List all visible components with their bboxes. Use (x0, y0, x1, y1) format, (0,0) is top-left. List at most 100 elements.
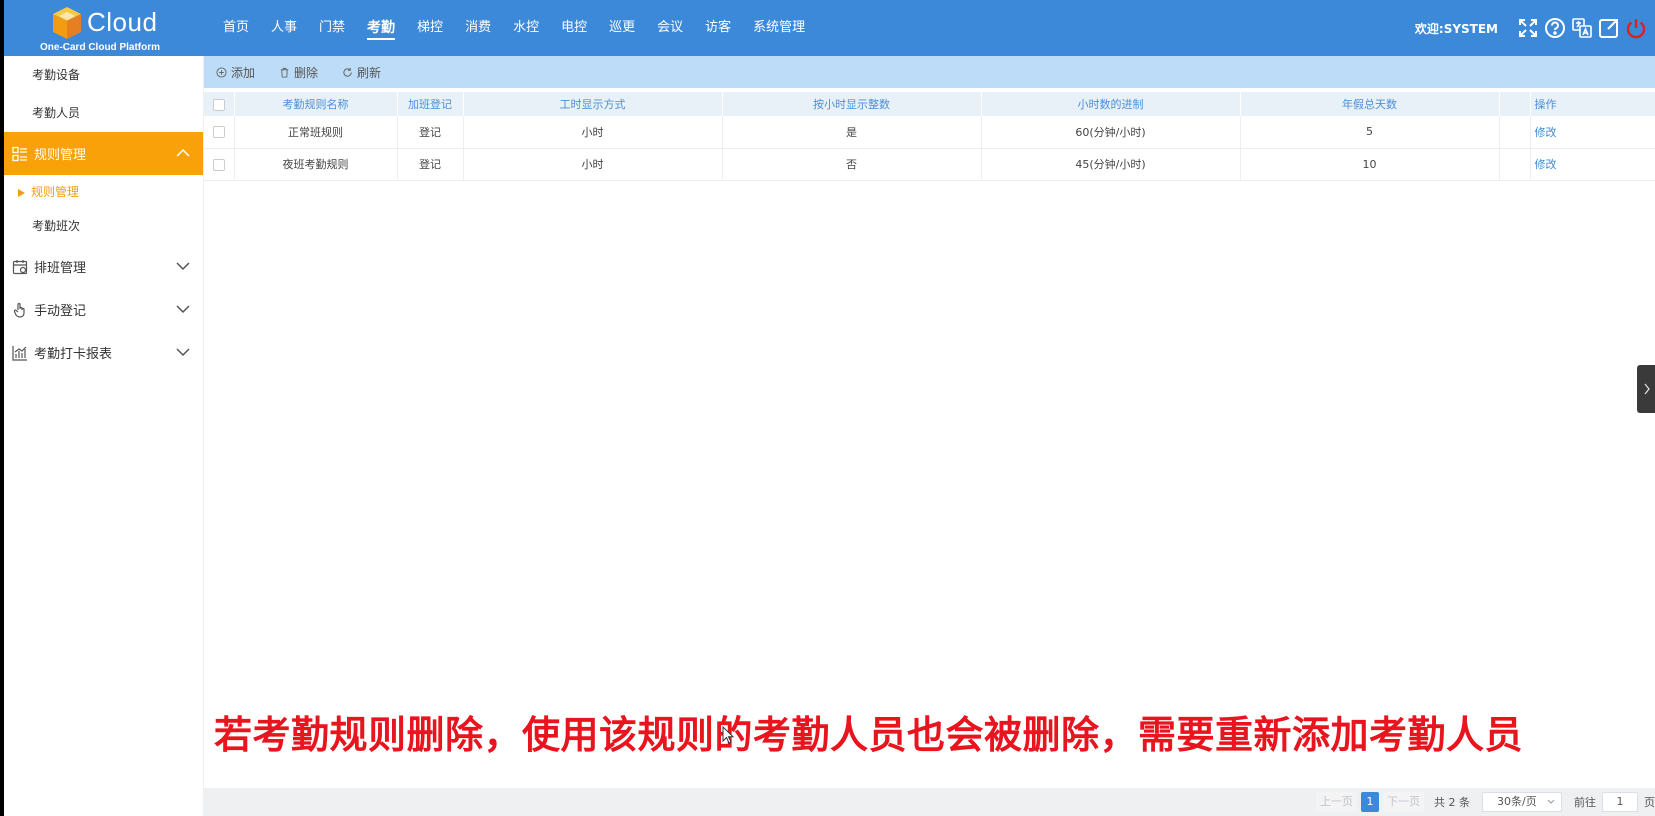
sidebar: 考勤设备 考勤人员 规则管理 规则管理 考勤班次 排班管理 手动登记 考勤打卡报… (4, 56, 204, 816)
main-content: 添加 删除 刷新 考勤规则名称 加班登记 工时显示方式 按小时显示整数 小时数的… (204, 56, 1655, 816)
power-icon[interactable] (1625, 17, 1647, 39)
sidebar-group-label: 手动登记 (34, 304, 87, 319)
sidebar-group-manual-registration[interactable]: 手动登记 (4, 288, 203, 331)
annual-leave-cell: 10 (1240, 148, 1500, 181)
goto-label: 前往 (1574, 796, 1596, 809)
mouse-cursor-icon (722, 726, 734, 744)
sidebar-group-label: 考勤打卡报表 (34, 347, 113, 362)
integer-cell: 否 (722, 148, 982, 181)
top-right-tools: 欢迎:SYSTEM (1415, 0, 1647, 56)
chart-icon (12, 345, 28, 361)
trash-icon (280, 67, 289, 78)
integer-cell: 是 (722, 116, 982, 149)
column-header[interactable]: 年假总天数 (1240, 92, 1500, 116)
add-label: 添加 (231, 65, 256, 80)
page-size-select[interactable]: 30条/页 (1482, 792, 1562, 812)
sidebar-item-attendance-staff[interactable]: 考勤人员 (4, 94, 203, 132)
spacer-cell (1499, 148, 1531, 181)
overtime-cell: 登记 (397, 116, 464, 149)
brand-subtitle: One-Card Cloud Platform (40, 42, 161, 53)
page-unit-label: 页 (1644, 796, 1655, 809)
refresh-icon (343, 67, 352, 77)
chevron-down-icon (176, 348, 190, 357)
rule-name-cell: 正常班规则 (234, 116, 398, 149)
sidebar-group-label: 规则管理 (34, 148, 87, 163)
nav-access[interactable]: 门禁 (308, 0, 356, 56)
row-checkbox[interactable] (204, 116, 235, 149)
table-header-row: 考勤规则名称 加班登记 工时显示方式 按小时显示整数 小时数的进制 年假总天数 … (204, 92, 1655, 116)
sidebar-item-attendance-shifts[interactable]: 考勤班次 (4, 209, 203, 243)
chevron-down-icon (176, 305, 190, 314)
sidebar-item-rule-management[interactable]: 规则管理 (4, 175, 203, 209)
nav-electric[interactable]: 电控 (550, 0, 598, 56)
page-size-value: 30条/页 (1497, 795, 1537, 808)
sidebar-item-attendance-devices[interactable]: 考勤设备 (4, 56, 203, 94)
rules-table: 考勤规则名称 加班登记 工时显示方式 按小时显示整数 小时数的进制 年假总天数 … (204, 92, 1655, 181)
delete-button[interactable]: 删除 (279, 64, 318, 81)
spacer-cell (1499, 116, 1531, 149)
nav-patrol[interactable]: 巡更 (598, 0, 646, 56)
add-button[interactable]: 添加 (216, 64, 255, 81)
nav-elevator[interactable]: 梯控 (406, 0, 454, 56)
translate-icon[interactable] (1571, 17, 1593, 39)
add-circle-icon (216, 66, 227, 78)
nav-consumption[interactable]: 消费 (454, 0, 502, 56)
edit-link[interactable]: 修改 (1535, 126, 1557, 139)
chevron-down-icon (1547, 799, 1555, 804)
nav-home[interactable]: 首页 (212, 0, 260, 56)
rules-icon (12, 146, 28, 162)
sidebar-group-scheduling[interactable]: 排班管理 (4, 245, 203, 288)
external-link-icon[interactable] (1598, 17, 1620, 39)
total-count: 共 2 条 (1434, 796, 1470, 809)
next-page-button[interactable]: 下一页 (1383, 792, 1424, 812)
table-row: 正常班规则 登记 小时 是 60(分钟/小时) 5 修改 (204, 116, 1655, 149)
toolbar: 添加 删除 刷新 (204, 56, 1655, 88)
refresh-label: 刷新 (357, 65, 382, 80)
sidebar-group-attendance-report[interactable]: 考勤打卡报表 (4, 331, 203, 374)
display-mode-cell: 小时 (463, 148, 723, 181)
nav-visitor[interactable]: 访客 (694, 0, 742, 56)
current-page-button[interactable]: 1 (1361, 792, 1379, 812)
chevron-down-icon (176, 262, 190, 271)
hand-icon (12, 302, 28, 318)
pagination: 上一页 1 下一页 共 2 条 30条/页 前往 1 页 (204, 788, 1655, 816)
rule-name-cell: 夜班考勤规则 (234, 148, 398, 181)
main-nav: 首页 人事 门禁 考勤 梯控 消费 水控 电控 巡更 会议 访客 系统管理 (212, 0, 816, 56)
nav-water[interactable]: 水控 (502, 0, 550, 56)
column-spacer (1499, 92, 1531, 116)
nav-meeting[interactable]: 会议 (646, 0, 694, 56)
column-header[interactable]: 加班登记 (397, 92, 464, 116)
overtime-cell: 登记 (397, 148, 464, 181)
refresh-button[interactable]: 刷新 (342, 64, 381, 81)
active-marker-icon (18, 188, 25, 197)
row-checkbox[interactable] (204, 148, 235, 181)
app-window: Cloud One-Card Cloud Platform 首页 人事 门禁 考… (4, 0, 1655, 816)
sidebar-group-rules[interactable]: 规则管理 (4, 132, 203, 175)
fullscreen-icon[interactable] (1517, 17, 1539, 39)
select-all-checkbox[interactable] (204, 92, 235, 116)
brand-name: Cloud (87, 7, 158, 37)
column-header[interactable]: 小时数的进制 (981, 92, 1241, 116)
column-header[interactable]: 工时显示方式 (463, 92, 723, 116)
column-header: 操作 (1530, 92, 1655, 116)
help-icon[interactable] (1544, 17, 1566, 39)
sidebar-group-label: 排班管理 (34, 261, 87, 276)
action-cell: 修改 (1530, 116, 1655, 149)
calendar-icon (12, 259, 28, 275)
action-cell: 修改 (1530, 148, 1655, 181)
prev-page-button[interactable]: 上一页 (1316, 792, 1357, 812)
top-bar: Cloud One-Card Cloud Platform 首页 人事 门禁 考… (4, 0, 1655, 56)
column-header[interactable]: 按小时显示整数 (722, 92, 982, 116)
chevron-right-icon (1644, 383, 1650, 395)
nav-personnel[interactable]: 人事 (260, 0, 308, 56)
annual-leave-cell: 5 (1240, 116, 1500, 149)
goto-page-input[interactable]: 1 (1602, 792, 1638, 812)
nav-system[interactable]: 系统管理 (742, 0, 816, 56)
edit-link[interactable]: 修改 (1535, 158, 1557, 171)
column-header[interactable]: 考勤规则名称 (234, 92, 398, 116)
logo[interactable]: Cloud One-Card Cloud Platform (40, 4, 170, 54)
cube-logo-icon (53, 7, 81, 39)
video-caption: 若考勤规则删除，使用该规则的考勤人员也会被删除，需要重新添加考勤人员 (214, 713, 1524, 757)
side-panel-toggle[interactable] (1637, 365, 1655, 413)
nav-attendance[interactable]: 考勤 (356, 0, 406, 56)
